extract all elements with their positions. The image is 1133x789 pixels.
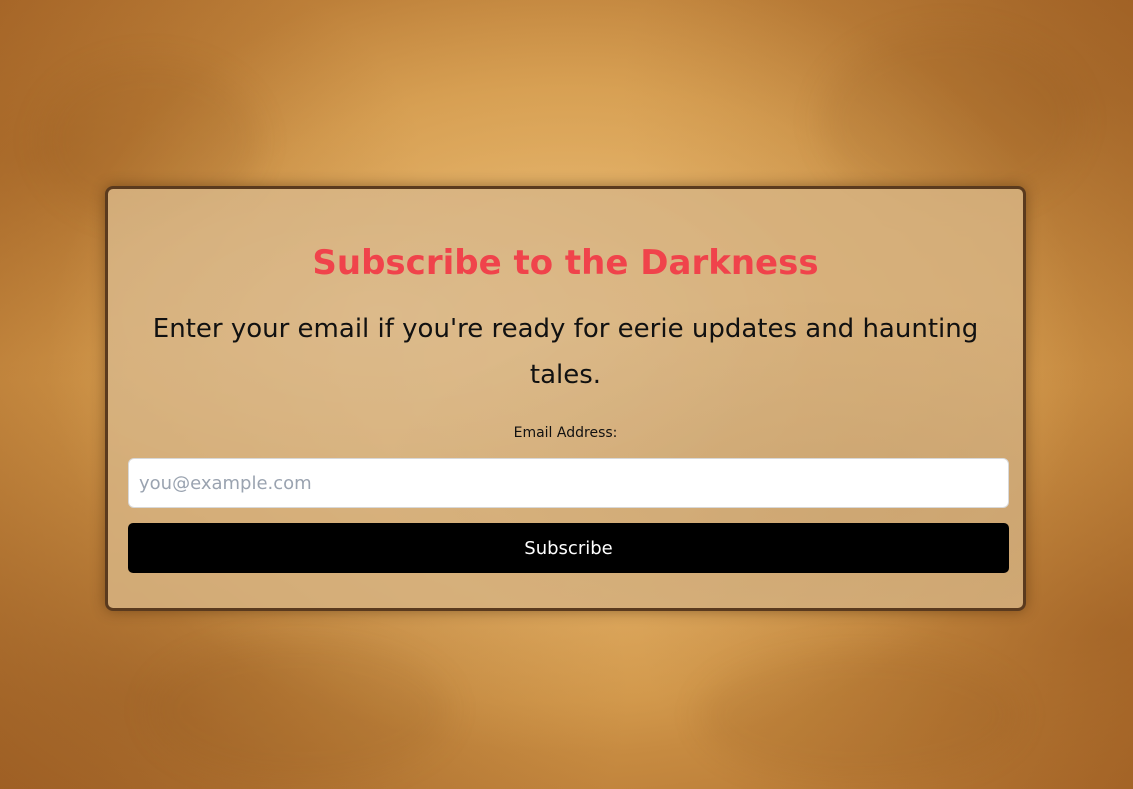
- background-stain: [700, 650, 1020, 780]
- subscribe-button[interactable]: Subscribe: [128, 523, 1009, 573]
- email-field[interactable]: [128, 458, 1009, 508]
- email-label: Email Address:: [513, 425, 618, 441]
- subscribe-card: Subscribe to the Darkness Enter your ema…: [105, 186, 1026, 611]
- subtitle-text: Enter your email if you're ready for eer…: [152, 314, 979, 390]
- background-stain: [820, 30, 1080, 210]
- background-stain: [150, 640, 450, 780]
- page-title: Subscribe to the Darkness: [312, 243, 819, 283]
